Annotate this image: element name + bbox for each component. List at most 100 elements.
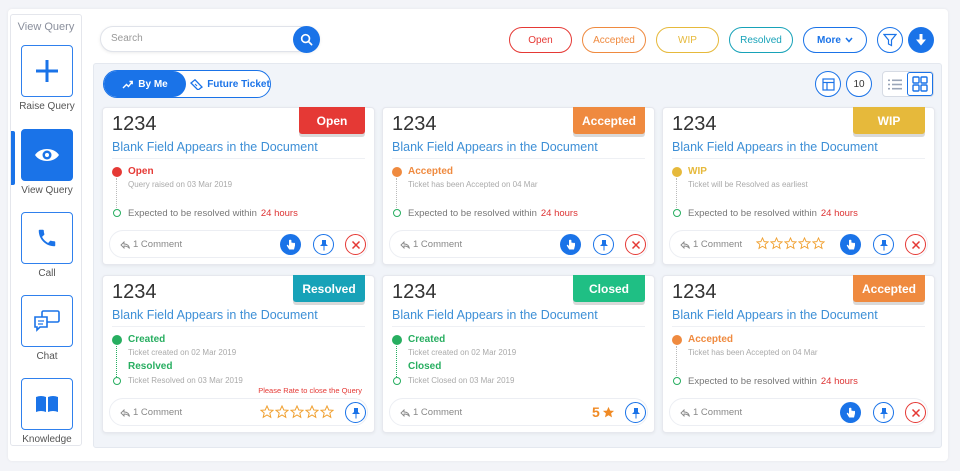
ticket-card[interactable]: 1234 Resolved Blank Field Appears in the…	[102, 275, 375, 433]
expected-text: Expected to be resolved within 24 hours	[688, 208, 858, 219]
filter-wip[interactable]: WIP	[656, 27, 719, 53]
raise-query-button[interactable]	[21, 45, 73, 97]
cancel-button[interactable]	[905, 402, 926, 423]
eye-icon	[35, 149, 59, 161]
comment-link[interactable]: 1 Comment	[680, 239, 742, 250]
sidebar-item-label: Raise Query	[19, 101, 75, 112]
comment-link[interactable]: 1 Comment	[680, 407, 742, 418]
star-outline-icon[interactable]	[320, 405, 334, 419]
event-label: Created	[408, 334, 446, 345]
event-label: Accepted	[688, 334, 734, 345]
star-outline-icon[interactable]	[756, 237, 769, 250]
sidebar-title: View Query	[17, 21, 75, 33]
ticket-card[interactable]: 1234 Closed Blank Field Appears in the D…	[382, 275, 655, 433]
pin-button[interactable]	[625, 402, 646, 423]
star-outline-icon[interactable]	[770, 237, 783, 250]
star-outline-icon[interactable]	[305, 405, 319, 419]
status-dot	[112, 167, 122, 177]
star-outline-icon[interactable]	[784, 237, 797, 250]
expected-label: Expected to be resolved within	[688, 376, 817, 387]
view-query-button[interactable]	[21, 129, 73, 181]
comment-link[interactable]: 1 Comment	[400, 407, 462, 418]
download-button[interactable]	[908, 27, 934, 53]
filter-accepted[interactable]: Accepted	[582, 27, 646, 53]
comment-link[interactable]: 1 Comment	[120, 239, 182, 250]
phone-icon	[38, 229, 56, 247]
ticket-id: 1234	[672, 281, 717, 303]
ticket-title[interactable]: Blank Field Appears in the Document	[112, 140, 318, 154]
ticket-title[interactable]: Blank Field Appears in the Document	[672, 140, 878, 154]
layout-button[interactable]	[815, 71, 841, 97]
status-badge: Accepted	[853, 275, 925, 302]
search-input[interactable]	[111, 33, 291, 44]
close-icon	[911, 240, 920, 249]
ticket-card[interactable]: 1234 Accepted Blank Field Appears in the…	[662, 275, 935, 433]
ticket-card[interactable]: 1234 WIP Blank Field Appears in the Docu…	[662, 107, 935, 265]
tab-by-me[interactable]: By Me	[104, 71, 186, 97]
pin-icon	[879, 239, 888, 250]
sidebar-item-call[interactable]: Call	[11, 212, 81, 279]
pin-button[interactable]	[873, 234, 894, 255]
cancel-button[interactable]	[905, 234, 926, 255]
claim-button[interactable]	[560, 234, 581, 255]
filter-resolved[interactable]: Resolved	[729, 27, 793, 53]
search-button[interactable]	[293, 26, 320, 53]
call-button[interactable]	[21, 212, 73, 264]
ticket-title[interactable]: Blank Field Appears in the Document	[672, 308, 878, 322]
chevron-down-icon	[845, 37, 853, 43]
comment-link[interactable]: 1 Comment	[400, 239, 462, 250]
claim-button[interactable]	[280, 234, 301, 255]
list-view-button[interactable]	[883, 72, 907, 96]
cancel-button[interactable]	[345, 234, 366, 255]
book-icon	[36, 396, 58, 412]
sidebar-item-knowledge[interactable]: Knowledge	[11, 378, 81, 445]
hand-pointer-icon	[846, 407, 855, 417]
star-outline-icon[interactable]	[812, 237, 825, 250]
sidebar-item-chat[interactable]: Chat	[11, 295, 81, 362]
claim-button[interactable]	[840, 234, 861, 255]
tab-future-ticket[interactable]: Future Ticket	[190, 71, 270, 97]
close-icon	[911, 408, 920, 417]
event-sub: Ticket will be Resolved as earliest	[688, 180, 808, 189]
ticket-card[interactable]: 1234 Accepted Blank Field Appears in the…	[382, 107, 655, 265]
status-dot	[392, 335, 402, 345]
sidebar-item-raise-query[interactable]: Raise Query	[11, 45, 81, 112]
cancel-button[interactable]	[625, 234, 646, 255]
filter-open[interactable]: Open	[509, 27, 572, 53]
ticket-title[interactable]: Blank Field Appears in the Document	[112, 308, 318, 322]
ticket-title[interactable]: Blank Field Appears in the Document	[392, 308, 598, 322]
sidebar-item-label: Chat	[36, 351, 58, 362]
event-sub: Query raised on 03 Mar 2019	[128, 180, 233, 189]
filter-button[interactable]	[877, 27, 903, 53]
star-outline-icon[interactable]	[260, 405, 274, 419]
ticket-icon	[190, 78, 204, 90]
filter-more-dropdown[interactable]: More	[803, 27, 867, 53]
star-outline-icon[interactable]	[275, 405, 289, 419]
page-size-button[interactable]: 10	[846, 71, 872, 97]
claim-button[interactable]	[840, 402, 861, 423]
rating-stars[interactable]	[756, 237, 825, 250]
pin-button[interactable]	[313, 234, 334, 255]
card-footer: 1 Comment 5	[389, 398, 648, 426]
sidebar: View Query Raise Query View Query Call C…	[10, 14, 82, 446]
star-outline-icon[interactable]	[290, 405, 304, 419]
timeline-line	[676, 178, 677, 208]
chat-button[interactable]	[21, 295, 73, 347]
status-badge: WIP	[853, 107, 925, 134]
ticket-card[interactable]: 1234 Open Blank Field Appears in the Doc…	[102, 107, 375, 265]
comment-link[interactable]: 1 Comment	[120, 407, 182, 418]
divider	[392, 326, 645, 327]
ticket-id: 1234	[112, 113, 157, 135]
sidebar-item-label: View Query	[21, 185, 73, 196]
reply-icon	[680, 408, 690, 417]
pin-button[interactable]	[593, 234, 614, 255]
pin-button[interactable]	[873, 402, 894, 423]
sidebar-item-view-query[interactable]: View Query	[11, 129, 81, 196]
event-label: Open	[128, 166, 154, 177]
grid-view-button[interactable]	[907, 72, 933, 96]
knowledge-button[interactable]	[21, 378, 73, 430]
star-outline-icon[interactable]	[798, 237, 811, 250]
ticket-title[interactable]: Blank Field Appears in the Document	[392, 140, 598, 154]
pin-button[interactable]	[345, 402, 366, 423]
rating-stars[interactable]	[260, 405, 334, 419]
